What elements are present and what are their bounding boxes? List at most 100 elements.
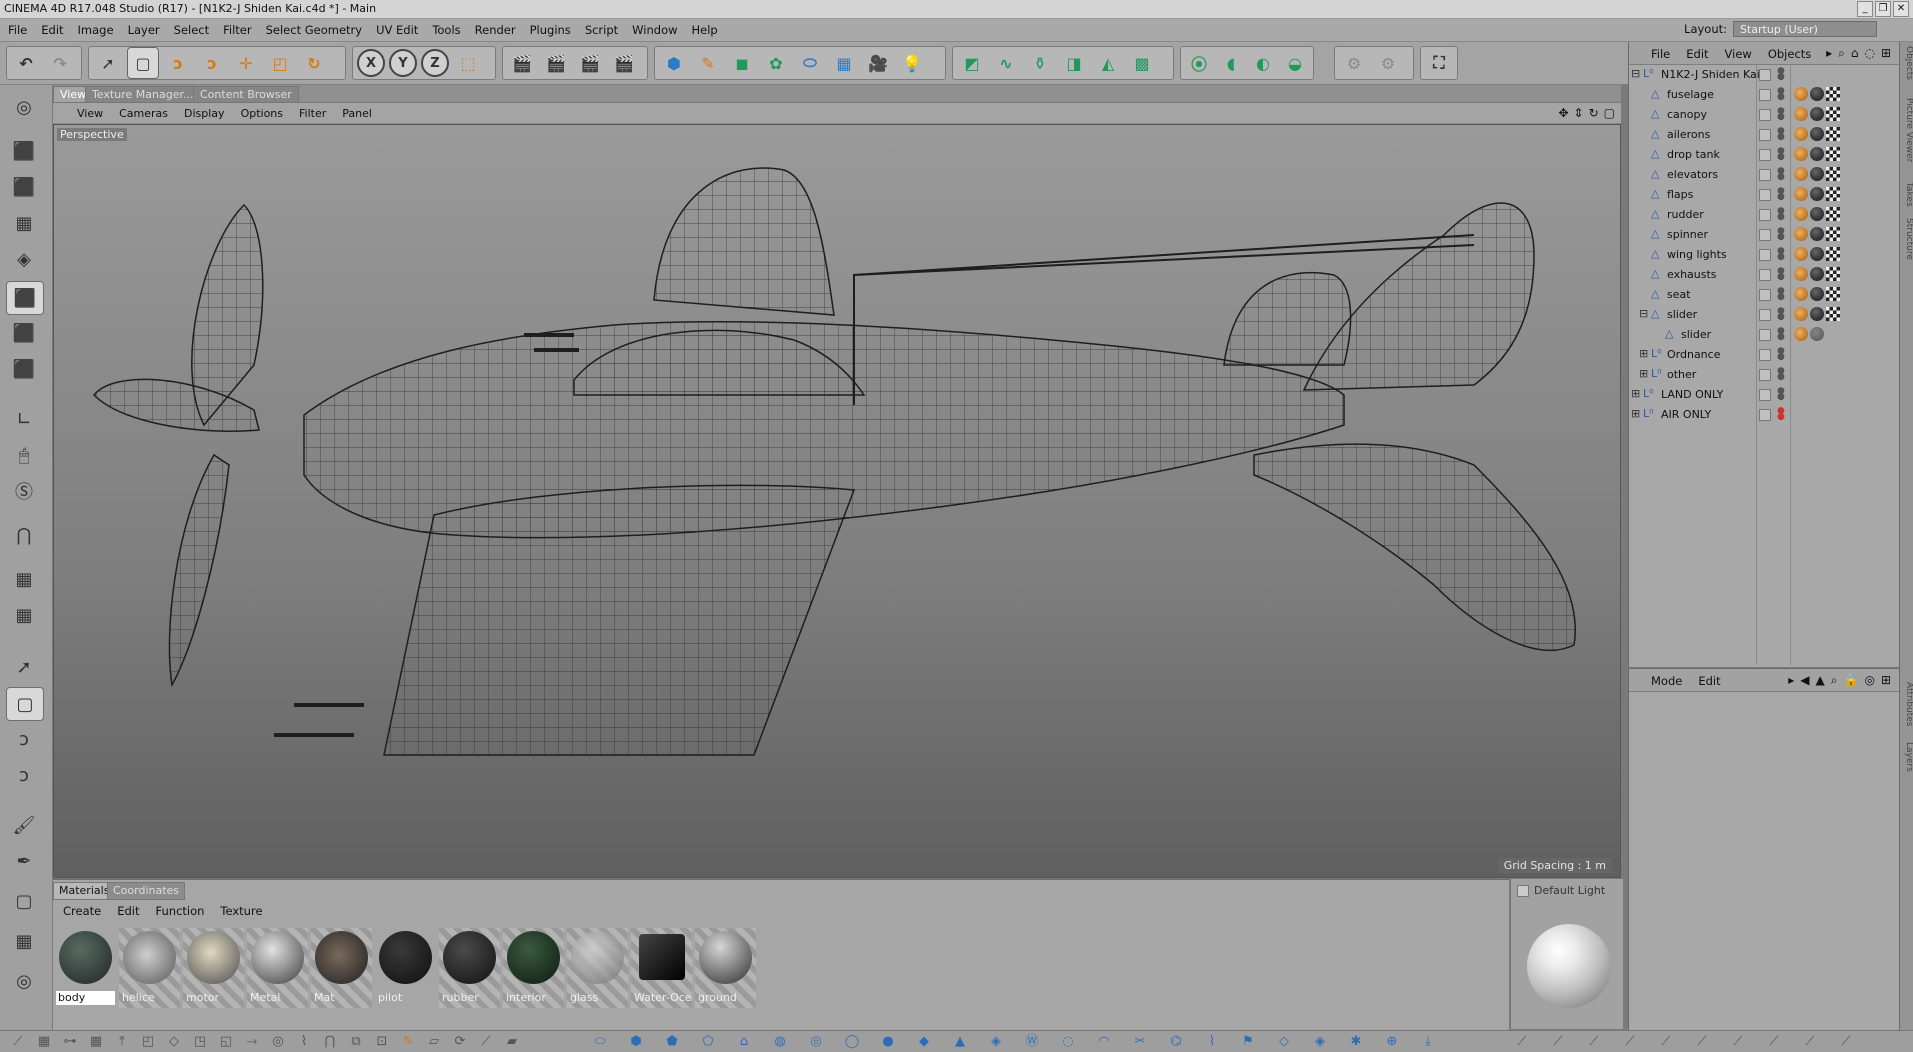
globe-icon[interactable]: ⊕ [1382, 1033, 1402, 1050]
tree-row[interactable]: △ slider ● ● [1629, 325, 1899, 345]
helix-icon[interactable]: ⌇ [1202, 1033, 1222, 1050]
texture-tag-icon[interactable] [1826, 147, 1840, 161]
render-active-icon[interactable]: 🎬 [575, 48, 605, 78]
instance-icon[interactable]: ◒ [1281, 48, 1309, 78]
material-tag-icon[interactable] [1810, 227, 1824, 241]
lasso-selection-icon[interactable]: ↄ [163, 48, 193, 78]
expand-icon[interactable]: ⊞ [1639, 368, 1651, 380]
skin-icon[interactable]: ⟋ [1692, 1033, 1712, 1050]
material-helice[interactable]: helice [119, 928, 180, 1008]
material-tag-icon[interactable] [1810, 207, 1824, 221]
close-button[interactable]: ✕ [1893, 1, 1909, 17]
up-arrow-icon[interactable]: ▲ [1816, 673, 1825, 688]
planar-workplane-icon[interactable]: ▦ [6, 599, 42, 631]
grid-icon[interactable]: ▦ [6, 925, 42, 957]
metaball-icon[interactable]: ⦿ [1185, 48, 1213, 78]
landscape-icon[interactable]: ▲ [950, 1033, 970, 1050]
slide-icon[interactable]: ⤑ [242, 1033, 262, 1050]
visibility-dots[interactable]: ● ● [1777, 67, 1785, 82]
material-tag-icon[interactable] [1810, 187, 1824, 201]
eye-icon[interactable]: ◌ [1864, 46, 1874, 61]
rectangle-selection-icon[interactable]: ▢ [127, 47, 159, 79]
uvw-tag-icon[interactable] [1794, 147, 1808, 161]
render-picture-viewer-icon[interactable]: 🎬 [541, 48, 571, 78]
material-ground[interactable]: ground [695, 928, 756, 1008]
texture-tag-icon[interactable] [1826, 187, 1840, 201]
tree-row[interactable]: △ ailerons ● ● [1629, 125, 1899, 145]
spin-edge-icon[interactable]: ⟳ [450, 1033, 470, 1050]
extrude-inner-icon[interactable]: ◰ [138, 1033, 158, 1050]
material-tag-icon[interactable] [1810, 327, 1824, 341]
lasso-selection-tool-icon[interactable]: ↄ [6, 723, 42, 755]
tree-row[interactable]: △ wing lights ● ● [1629, 245, 1899, 265]
deform-tool-icon[interactable]: ⟋ [1512, 1033, 1532, 1050]
uvw-tag-icon[interactable] [1794, 327, 1808, 341]
uvw-tag-icon[interactable] [1794, 227, 1808, 241]
tweak-mode-icon[interactable]: 🖱 [6, 439, 42, 471]
network-icon[interactable]: ✱ [1346, 1033, 1366, 1050]
platonic-icon[interactable]: ◆ [914, 1033, 934, 1050]
restore-button[interactable]: ❐ [1875, 1, 1891, 17]
camera-icon[interactable]: 🎥 [863, 48, 893, 78]
matrix-extrude-icon[interactable]: ◳ [190, 1033, 210, 1050]
array-icon[interactable]: ✿ [761, 48, 791, 78]
edges-mode-icon[interactable]: ⬛ [6, 317, 42, 349]
pose-icon[interactable]: ⟋ [1548, 1033, 1568, 1050]
menu-help[interactable]: Help [692, 23, 718, 37]
collapse-icon[interactable]: ⊟ [1631, 68, 1643, 80]
visibility-dots[interactable]: ● ● [1777, 127, 1785, 142]
subdivision-icon[interactable]: ◼ [727, 48, 757, 78]
material-menu-create[interactable]: Create [63, 904, 101, 918]
material-tag-icon[interactable] [1810, 107, 1824, 121]
tree-row[interactable]: △ elevators ● ● [1629, 165, 1899, 185]
menu-select[interactable]: Select [174, 23, 209, 37]
brush-icon[interactable]: 🖌 [6, 809, 42, 841]
menu-render[interactable]: Render [475, 23, 516, 37]
side-tab-picture-viewer[interactable]: Picture Viewer [1900, 98, 1913, 162]
texture-tag-icon[interactable] [1826, 267, 1840, 281]
visibility-dots[interactable]: ● ● [1777, 247, 1785, 262]
material-tag-icon[interactable] [1810, 167, 1824, 181]
object-menu-objects[interactable]: Objects [1768, 47, 1811, 61]
tree-row[interactable]: ⊞ L⁰ Ordnance ● ● [1629, 345, 1899, 365]
cone-icon[interactable]: ⬭ [590, 1033, 610, 1050]
menu-plugins[interactable]: Plugins [530, 23, 571, 37]
texture-tag-icon[interactable] [1826, 167, 1840, 181]
coordinate-system-icon[interactable]: ⬚ [453, 48, 483, 78]
new-window-icon[interactable]: ⊞ [1881, 46, 1891, 61]
x-axis-button[interactable]: X [357, 49, 385, 77]
material-tag-icon[interactable] [1810, 287, 1824, 301]
menu-tools[interactable]: Tools [432, 23, 460, 37]
side-tab-takes[interactable]: Takes [1900, 182, 1913, 207]
capsule-icon[interactable]: ⬟ [662, 1033, 682, 1050]
collapse-icon[interactable]: ⊟ [1639, 308, 1651, 320]
edge-cut-icon[interactable]: ▦ [34, 1033, 54, 1050]
selection-fill-icon[interactable]: ▢ [6, 885, 42, 917]
material-motor[interactable]: motor [183, 928, 244, 1008]
text-object-icon[interactable]: Ⓦ [1022, 1033, 1042, 1050]
tree-row[interactable]: △ rudder ● ● [1629, 205, 1899, 225]
fullscreen-icon[interactable]: ⛶ [1425, 48, 1453, 78]
object-menu-edit[interactable]: Edit [1686, 47, 1708, 61]
ik-icon[interactable]: ⟋ [1656, 1033, 1676, 1050]
object-menu-view[interactable]: View [1725, 47, 1752, 61]
floor-icon[interactable]: ▦ [829, 48, 859, 78]
brush-tool-icon[interactable]: ✎ [398, 1033, 418, 1050]
texture-tag-icon[interactable] [1826, 207, 1840, 221]
plane-icon[interactable]: ◇ [1274, 1033, 1294, 1050]
light-icon[interactable]: 💡 [897, 48, 927, 78]
search-icon[interactable]: ⌕ [1838, 46, 1845, 61]
tree-row[interactable]: ⊞ L⁰ AIR ONLY ● ● [1629, 405, 1899, 425]
render-settings-icon[interactable]: 🎬 [609, 48, 639, 78]
rotate-icon[interactable]: ↻ [299, 48, 329, 78]
model-mode-icon[interactable]: ⬛ [6, 135, 42, 167]
sphere-icon[interactable]: ● [878, 1033, 898, 1050]
morph-icon[interactable]: ⟋ [1584, 1033, 1604, 1050]
mirror-icon[interactable]: ⧉ [346, 1033, 366, 1050]
tree-row[interactable]: △ spinner ● ● [1629, 225, 1899, 245]
maximize-viewport-icon[interactable]: ▢ [1604, 106, 1615, 120]
tab-content-browser[interactable]: Content Browser [193, 86, 299, 103]
texture-tag-icon[interactable] [1826, 307, 1840, 321]
weld-icon[interactable]: ◎ [268, 1033, 288, 1050]
more-menu-icon[interactable]: ▸ [1788, 673, 1794, 688]
